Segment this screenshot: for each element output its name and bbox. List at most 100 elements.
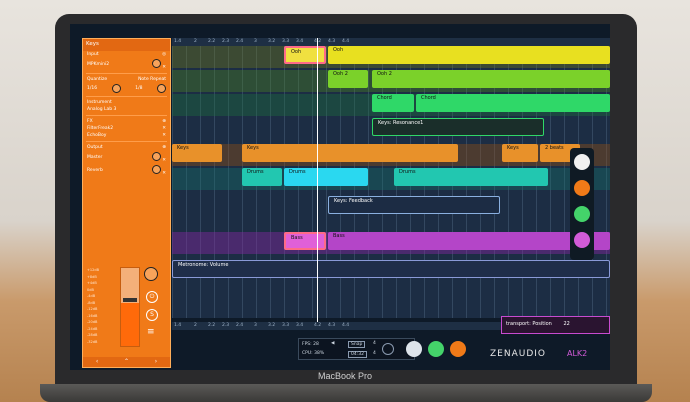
tool-palette — [570, 148, 594, 260]
remove-output-icon[interactable]: ✕ — [162, 171, 166, 176]
fx-item-row[interactable]: EchoBoy ✕ — [83, 132, 170, 139]
playhead[interactable] — [317, 38, 318, 324]
clip-keys[interactable]: Keys — [242, 144, 458, 162]
record-button[interactable] — [450, 341, 466, 357]
ruler-tick: 4.4 — [342, 39, 350, 44]
laptop-base — [40, 384, 652, 402]
chevron-left-icon[interactable]: ‹ — [96, 357, 98, 367]
rewind-button[interactable] — [406, 341, 422, 357]
input-device-row[interactable]: MPKmini2 ✕ — [83, 58, 170, 71]
db-tick: -20dB — [87, 320, 98, 324]
output-item: Master — [87, 155, 103, 160]
clip-chord[interactable]: Chord — [416, 94, 610, 112]
pencil-tool-icon[interactable] — [574, 180, 590, 196]
volume-fader[interactable] — [120, 267, 140, 347]
erase-tool-icon[interactable] — [574, 232, 590, 248]
ruler-tick: 2.4 — [236, 323, 244, 328]
add-fx-icon[interactable]: ⊕ — [162, 119, 166, 124]
clip-label: Ooh — [291, 49, 302, 55]
quantize-value[interactable]: 1/16 — [87, 86, 97, 91]
chevron-right-icon[interactable]: › — [155, 357, 157, 367]
ruler-tick: 1.4 — [174, 39, 182, 44]
track-lane-feedback: Keys: Feedback — [172, 196, 610, 218]
fx-header: FX ⊕ — [83, 118, 170, 125]
output-item-row[interactable]: Reverb ✕ — [83, 164, 170, 177]
clip-drums[interactable]: Drums — [242, 168, 282, 186]
clip-bass[interactable]: Bass — [328, 232, 610, 250]
ruler-tick: 2.3 — [222, 39, 230, 44]
add-output-icon[interactable]: ⊕ — [162, 145, 166, 150]
quantize-row: 1/16 1/8 — [83, 83, 170, 94]
clip-chord[interactable]: Chord — [372, 94, 414, 112]
position-label: transport: Position — [506, 321, 552, 327]
automation-clip-feedback[interactable]: Keys: Feedback — [328, 196, 500, 214]
track-lane-ooh2: Ooh 2 Ooh 2 — [172, 70, 610, 92]
remove-input-icon[interactable]: ✕ — [162, 65, 166, 70]
remove-fx-icon[interactable]: ✕ — [162, 133, 166, 138]
clip-ooh2[interactable]: Ooh 2 — [328, 70, 368, 88]
clip-keys[interactable]: Keys — [172, 144, 222, 162]
position-value: 22 — [563, 321, 570, 327]
time-sig-denominator[interactable]: 4 — [373, 351, 376, 356]
clip-label: Drums — [289, 169, 306, 175]
ruler-tick: 4.3 — [328, 39, 336, 44]
ruler-tick: 3.2 — [268, 323, 276, 328]
note-repeat-value[interactable]: 1/8 — [135, 86, 142, 91]
ruler-tick: 4.4 — [342, 323, 350, 328]
remove-fx-icon[interactable]: ✕ — [162, 126, 166, 131]
automation-clip-metronome[interactable]: Metronome: Volume — [172, 260, 610, 278]
output-item-row[interactable]: Master ✕ — [83, 151, 170, 164]
clip-ooh2[interactable]: Ooh 2 — [372, 70, 610, 88]
time-sig-numerator[interactable]: 4 — [373, 341, 376, 346]
quantize-knob[interactable] — [111, 84, 121, 93]
pan-knob[interactable] — [144, 267, 158, 281]
menu-icon[interactable]: ≡ — [147, 327, 155, 337]
solo-button[interactable]: S — [146, 309, 158, 321]
clip-ooh[interactable]: Ooh — [284, 46, 326, 64]
play-button[interactable] — [428, 341, 444, 357]
snap-button[interactable]: Snap — [348, 341, 366, 348]
instrument-row[interactable]: Analog Lab 3 — [83, 106, 170, 113]
clip-bass[interactable]: Bass — [284, 232, 326, 250]
ruler-tick: 3 — [254, 323, 257, 328]
clip-label: Keys: Feedback — [334, 198, 373, 204]
track-lane-keys: Keys Keys Keys 2 beats — [172, 144, 610, 166]
clip-label: Chord — [421, 95, 436, 101]
panel-footer: ‹ ⌃ › — [83, 357, 170, 367]
clip-label: Ooh 2 — [377, 71, 392, 77]
output-knob[interactable] — [151, 152, 161, 161]
pointer-tool-icon[interactable] — [574, 154, 590, 170]
chevron-up-icon[interactable]: ⌃ — [124, 357, 129, 367]
clip-ooh[interactable]: Ooh — [328, 46, 610, 64]
automation-clip-resonance[interactable]: Keys: Resonance1 — [372, 118, 544, 136]
remove-output-icon[interactable]: ✕ — [162, 158, 166, 163]
output-knob[interactable] — [151, 165, 161, 174]
clip-label: Drums — [399, 169, 416, 175]
power-button[interactable]: ⏻ — [146, 291, 158, 303]
ruler-tick: 2.2 — [208, 323, 216, 328]
clip-label: Bass — [291, 235, 303, 241]
arrangement-grid[interactable]: Ooh Ooh Ooh 2 Ooh 2 Chord Chord Keys: Re… — [172, 46, 610, 318]
clip-keys[interactable]: Keys — [502, 144, 538, 162]
speaker-icon[interactable]: ◀ — [331, 341, 334, 346]
track-lane-resonance: Keys: Resonance1 — [172, 118, 610, 140]
fader-handle[interactable] — [123, 298, 137, 302]
clip-drums[interactable]: Drums — [284, 168, 368, 186]
timeline-ruler[interactable]: 1.4 2 2.2 2.3 2.4 3 3.2 3.3 3.4 4.2 4.3 … — [172, 38, 610, 46]
input-section-header: Input ◎ — [83, 51, 170, 58]
input-settings-icon[interactable]: ◎ — [162, 52, 166, 57]
clip-label: Chord — [377, 95, 392, 101]
transport-position-field[interactable]: transport: Position 22 — [501, 316, 610, 334]
ruler-tick: 3.4 — [296, 323, 304, 328]
fx-item-row[interactable]: FilterFreak2 ✕ — [83, 125, 170, 132]
metronome-icon[interactable] — [382, 343, 394, 355]
level-meter-fill — [121, 303, 139, 346]
input-knob[interactable] — [151, 59, 161, 68]
note-repeat-knob[interactable] — [157, 84, 166, 93]
clip-drums[interactable]: Drums — [394, 168, 548, 186]
transport-info: FPS: 28 CPU: 38% ◀ Snap 04:32 4 4 — [298, 338, 415, 360]
brush-tool-icon[interactable] — [574, 206, 590, 222]
time-display: 04:32 — [348, 351, 367, 358]
clip-label: Keys — [507, 145, 519, 151]
fx-item: EchoBoy — [87, 133, 107, 138]
